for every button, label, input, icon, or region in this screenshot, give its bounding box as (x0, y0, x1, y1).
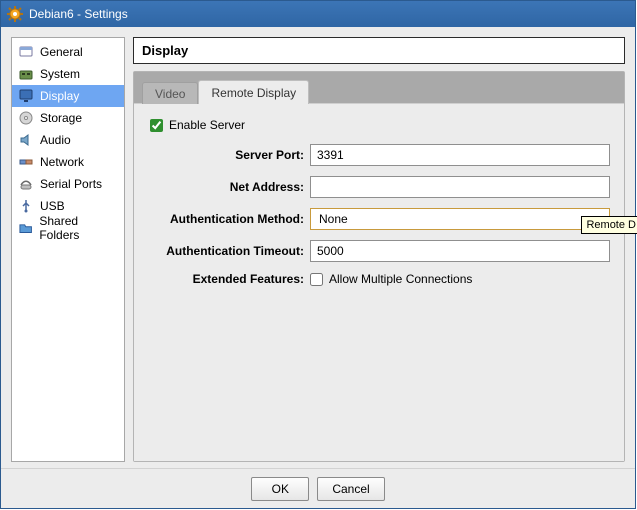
gear-icon (7, 6, 23, 22)
tab-video[interactable]: Video (142, 82, 198, 104)
sidebar-item-label: Network (40, 155, 84, 169)
panel-body: Enable Server Server Port: Net Address: … (134, 104, 624, 461)
cancel-button[interactable]: Cancel (317, 477, 384, 501)
sidebar-item-shared-folders[interactable]: Shared Folders (12, 217, 124, 239)
auth-timeout-input[interactable] (310, 240, 610, 262)
sidebar-item-serial-ports[interactable]: Serial Ports (12, 173, 124, 195)
main-panel: Display Video Remote Display Enable Serv… (133, 37, 625, 462)
tab-label: Remote Display (211, 86, 296, 100)
server-port-label: Server Port: (148, 148, 310, 162)
sidebar-item-label: System (40, 67, 80, 81)
tooltip-fragment: Remote D (581, 216, 637, 234)
shared-folders-icon (18, 220, 33, 236)
window-title: Debian6 - Settings (29, 7, 128, 21)
system-icon (18, 66, 34, 82)
usb-icon (18, 198, 34, 214)
sidebar-item-label: Shared Folders (39, 214, 118, 242)
sidebar-item-label: General (40, 45, 83, 59)
allow-multiple-label: Allow Multiple Connections (329, 272, 472, 286)
extended-features-label: Extended Features: (148, 272, 310, 286)
display-panel: Video Remote Display Enable Server Serve… (133, 71, 625, 462)
general-icon (18, 44, 34, 60)
sidebar-item-storage[interactable]: Storage (12, 107, 124, 129)
auth-timeout-label: Authentication Timeout: (148, 244, 310, 258)
sidebar-item-label: USB (40, 199, 65, 213)
sidebar-item-display[interactable]: Display (12, 85, 124, 107)
sidebar-item-audio[interactable]: Audio (12, 129, 124, 151)
enable-server-label: Enable Server (169, 118, 245, 132)
sidebar: General System Display Storage Audio Net… (11, 37, 125, 462)
sidebar-item-general[interactable]: General (12, 41, 124, 63)
enable-server-checkbox[interactable] (150, 119, 163, 132)
network-icon (18, 154, 34, 170)
settings-window: Debian6 - Settings General System Displa… (0, 0, 636, 509)
storage-icon (18, 110, 34, 126)
sidebar-item-network[interactable]: Network (12, 151, 124, 173)
sidebar-item-label: Audio (40, 133, 71, 147)
titlebar: Debian6 - Settings (1, 1, 635, 27)
tabs: Video Remote Display (134, 72, 624, 104)
tab-label: Video (155, 87, 185, 101)
sidebar-item-label: Serial Ports (40, 177, 102, 191)
panel-title: Display (133, 37, 625, 64)
sidebar-item-label: Display (40, 89, 79, 103)
tab-remote-display[interactable]: Remote Display (198, 80, 309, 104)
sidebar-item-system[interactable]: System (12, 63, 124, 85)
sidebar-item-label: Storage (40, 111, 82, 125)
content-area: General System Display Storage Audio Net… (1, 27, 635, 468)
allow-multiple-checkbox[interactable] (310, 273, 323, 286)
net-address-input[interactable] (310, 176, 610, 198)
server-port-input[interactable] (310, 144, 610, 166)
auth-method-select[interactable]: None (310, 208, 610, 230)
audio-icon (18, 132, 34, 148)
ok-button[interactable]: OK (251, 477, 309, 501)
net-address-label: Net Address: (148, 180, 310, 194)
dialog-buttons: OK Cancel (1, 468, 635, 508)
display-icon (18, 88, 34, 104)
auth-method-label: Authentication Method: (148, 212, 310, 226)
serial-ports-icon (18, 176, 34, 192)
